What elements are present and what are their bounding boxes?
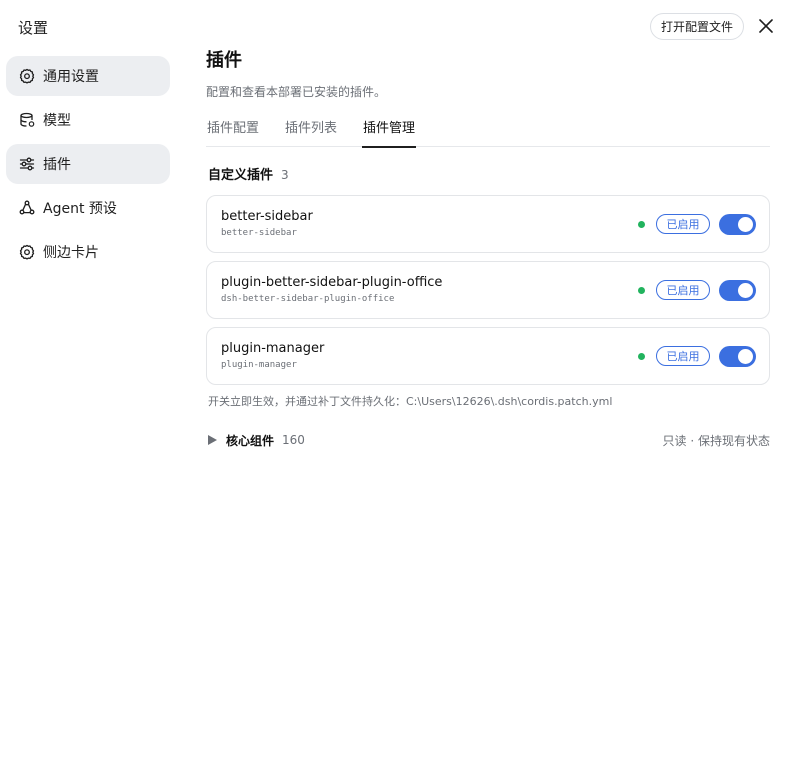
tab-bar: 插件配置 插件列表 插件管理 <box>206 117 770 148</box>
sidebar-item-label: 模型 <box>43 113 71 129</box>
status-badge: 已启用 <box>656 280 710 300</box>
core-title: 核心组件 <box>226 433 275 448</box>
plugin-toggle[interactable] <box>719 346 756 367</box>
database-icon <box>19 112 35 128</box>
plugin-card: better-sidebar better-sidebar 已启用 <box>206 195 770 253</box>
custom-plugins-header: 自定义插件 3 <box>206 164 770 183</box>
sidebar-item-label: Agent 预设 <box>43 201 117 217</box>
close-button[interactable] <box>757 17 775 35</box>
sidebar-item-side-cards[interactable]: 侧边卡片 <box>6 232 170 272</box>
plugin-card: plugin-manager plugin-manager 已启用 <box>206 327 770 385</box>
status-badge: 已启用 <box>656 346 710 366</box>
status-dot <box>638 353 645 360</box>
sidebar-item-label: 侧边卡片 <box>43 245 99 261</box>
sidebar-item-agent-presets[interactable]: Agent 预设 <box>6 188 170 228</box>
sidebar-item-label: 通用设置 <box>43 69 99 85</box>
persistence-note: 开关立即生效，并通过补丁文件持久化：C:\Users\12626\.dsh\co… <box>208 395 613 408</box>
core-components-row[interactable]: 核心组件 160 只读 · 保持现有状态 <box>206 430 770 450</box>
toggle-knob <box>738 283 753 298</box>
sidebar-item-general-settings[interactable]: 通用设置 <box>6 56 170 96</box>
tab-plugin-config[interactable]: 插件配置 <box>206 117 260 147</box>
sidebar: 通用设置 模型 插件 Agent 预设 侧边卡片 <box>6 56 170 276</box>
gear-icon <box>19 68 35 84</box>
section-title: 自定义插件 <box>208 168 274 183</box>
sidebar-item-plugins[interactable]: 插件 <box>6 144 170 184</box>
tab-plugin-list[interactable]: 插件列表 <box>284 117 338 147</box>
core-count: 160 <box>282 433 305 447</box>
plugin-toggle[interactable] <box>719 214 756 235</box>
toggle-knob <box>738 349 753 364</box>
window-title: 设置 <box>18 19 49 37</box>
tab-plugin-management[interactable]: 插件管理 <box>362 117 417 148</box>
gear-icon <box>19 244 35 260</box>
plugin-list: better-sidebar better-sidebar 已启用 plugin… <box>206 195 770 385</box>
close-icon <box>759 19 773 33</box>
core-status: 只读 · 保持现有状态 <box>662 433 770 448</box>
agent-icon <box>19 200 35 216</box>
expand-triangle-icon[interactable] <box>208 435 217 445</box>
main-panel: 插件 配置和查看本部署已安装的插件。 插件配置 插件列表 插件管理 自定义插件 … <box>206 46 770 450</box>
toggle-knob <box>738 217 753 232</box>
open-config-file-button[interactable]: 打开配置文件 <box>650 13 744 40</box>
section-count: 3 <box>281 168 289 182</box>
status-dot <box>638 287 645 294</box>
sliders-icon <box>19 156 35 172</box>
page-description: 配置和查看本部署已安装的插件。 <box>206 85 387 99</box>
plugin-toggle[interactable] <box>719 280 756 301</box>
plugin-card: plugin-better-sidebar-plugin-office dsh-… <box>206 261 770 319</box>
status-dot <box>638 221 645 228</box>
sidebar-item-models[interactable]: 模型 <box>6 100 170 140</box>
status-badge: 已启用 <box>656 214 710 234</box>
page-title: 插件 <box>206 50 242 71</box>
sidebar-item-label: 插件 <box>43 157 71 173</box>
